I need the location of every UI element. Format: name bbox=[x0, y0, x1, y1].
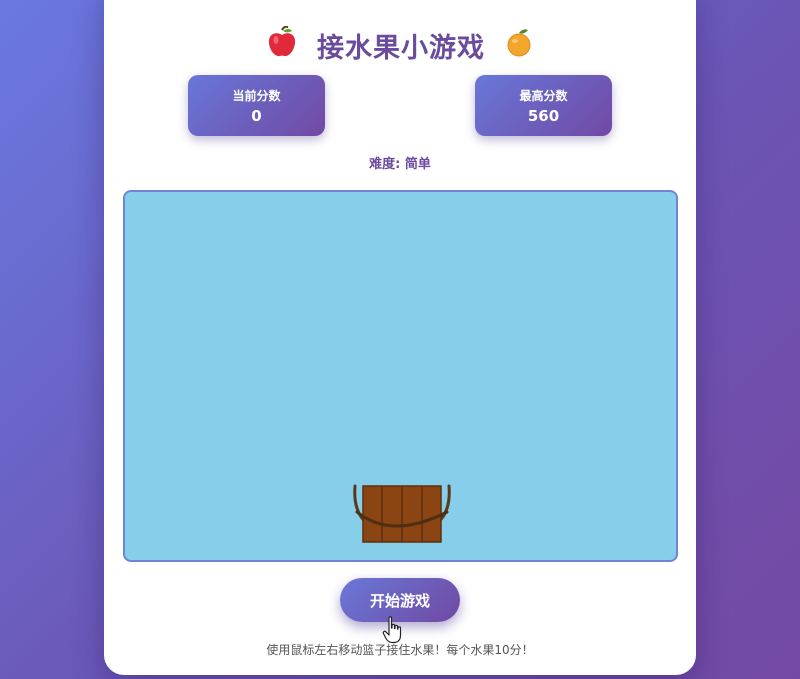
current-score-label: 当前分数 bbox=[232, 89, 281, 103]
page-title: 接水果小游戏 bbox=[0, 25, 800, 65]
hand-cursor-icon bbox=[382, 616, 402, 644]
basket-icon[interactable] bbox=[352, 482, 452, 552]
high-score-label: 最高分数 bbox=[519, 89, 568, 103]
game-instructions: 使用鼠标左右移动篮子接住水果！每个水果10分！ bbox=[266, 643, 534, 657]
title-text: 接水果小游戏 bbox=[317, 33, 485, 64]
apple-icon bbox=[267, 25, 297, 65]
high-score-card: 最高分数 560 bbox=[475, 75, 612, 136]
high-score-value: 560 bbox=[527, 107, 560, 125]
current-score-card: 当前分数 0 bbox=[188, 75, 325, 136]
difficulty-label: 难度: 简单 bbox=[369, 157, 431, 172]
orange-icon bbox=[505, 27, 533, 64]
game-canvas[interactable] bbox=[123, 190, 678, 562]
current-score-value: 0 bbox=[251, 107, 262, 125]
